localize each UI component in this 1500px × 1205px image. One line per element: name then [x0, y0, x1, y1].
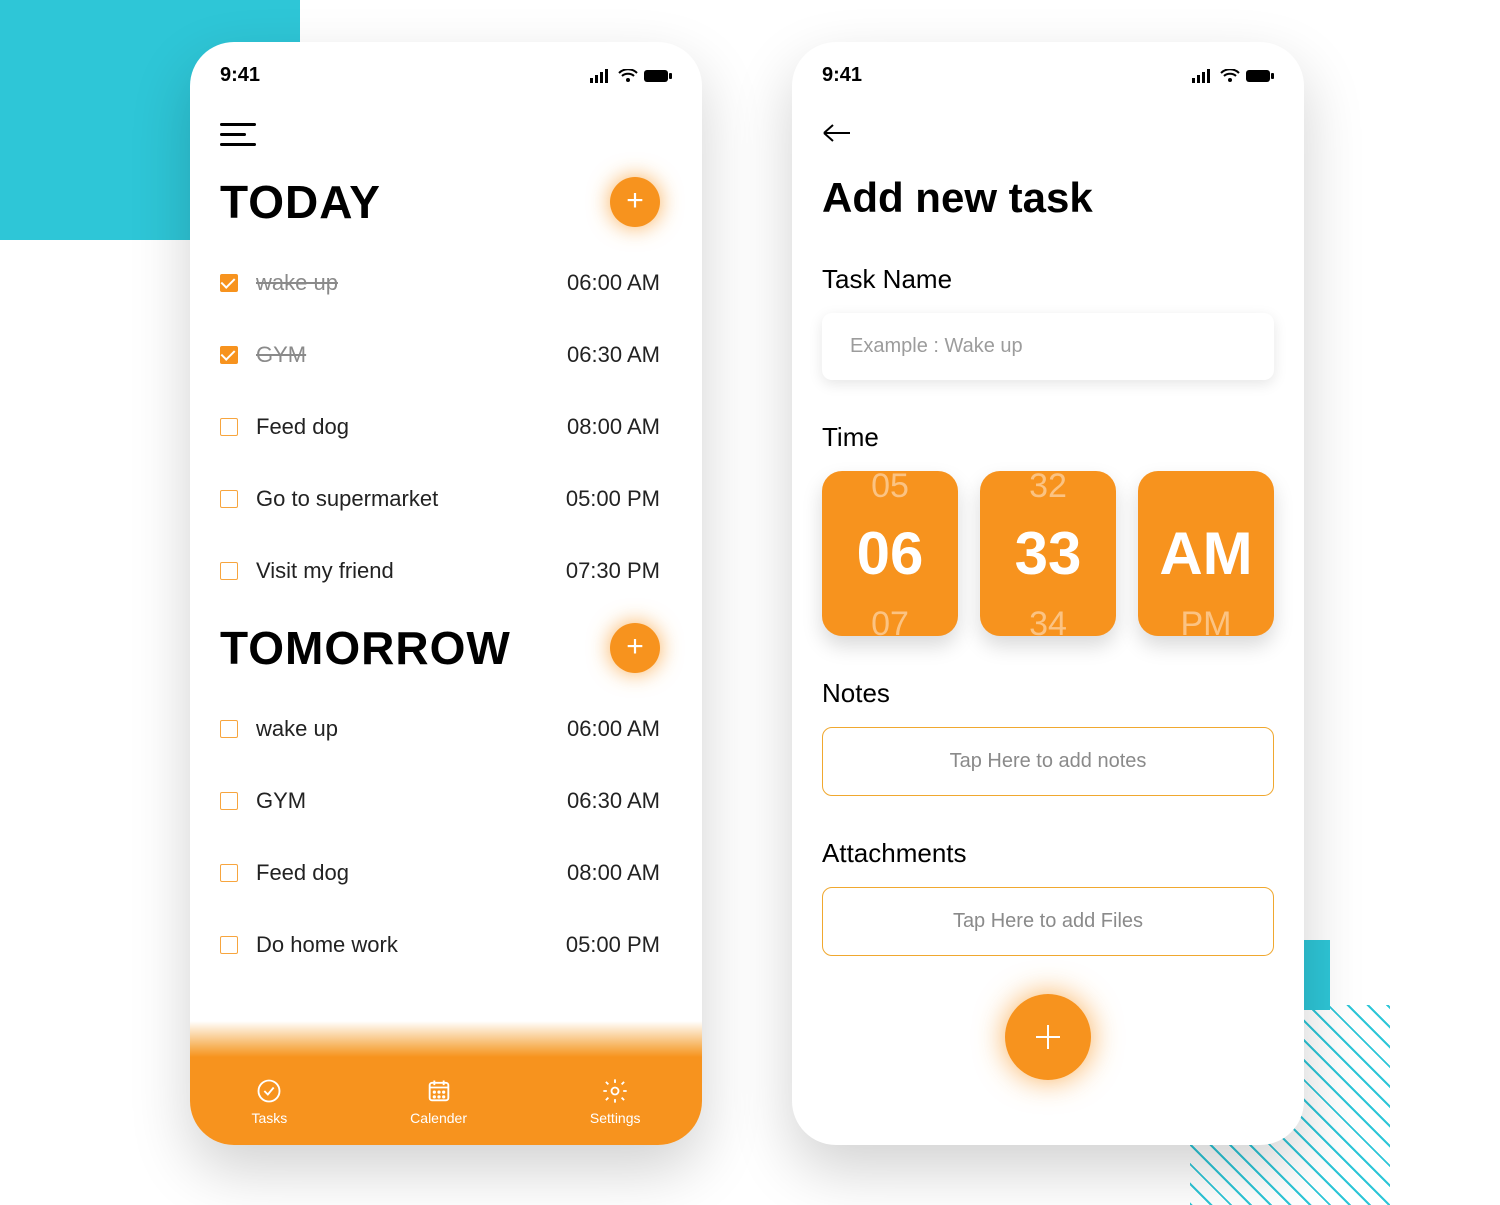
status-time: 9:41: [822, 64, 862, 87]
task-label: Feed dog: [256, 860, 349, 886]
task-row[interactable]: GYM 06:30 AM: [220, 319, 660, 391]
task-row[interactable]: GYM 06:30 AM: [220, 765, 660, 837]
task-checkbox[interactable]: [220, 720, 238, 738]
wifi-icon: [618, 69, 638, 83]
task-time: 06:30 AM: [567, 788, 660, 814]
task-list-today: wake up 06:00 AM GYM 06:30 AM Feed dog 08:00 …: [190, 229, 702, 607]
minute-picker[interactable]: 32 33 34: [980, 471, 1116, 636]
task-time: 06:00 AM: [567, 270, 660, 296]
task-checkbox[interactable]: [220, 864, 238, 882]
attachments-input[interactable]: Tap Here to add Files: [822, 887, 1274, 956]
hour-next: 07: [822, 605, 958, 636]
battery-icon: [644, 69, 672, 83]
back-button[interactable]: [822, 123, 1304, 148]
nav-tasks-label: Tasks: [251, 1110, 287, 1126]
signal-icon: [1192, 69, 1214, 83]
task-label: wake up: [256, 716, 338, 742]
task-checkbox[interactable]: [220, 274, 238, 292]
task-checkbox[interactable]: [220, 490, 238, 508]
task-name-label: Task Name: [822, 264, 1304, 295]
notes-input[interactable]: Tap Here to add notes: [822, 727, 1274, 796]
task-row[interactable]: Go to supermarket 05:00 PM: [220, 463, 660, 535]
task-time: 05:00 PM: [566, 932, 660, 958]
task-checkbox[interactable]: [220, 418, 238, 436]
task-time: 05:00 PM: [566, 486, 660, 512]
add-task-today-button[interactable]: +: [610, 177, 660, 227]
task-label: Visit my friend: [256, 558, 394, 584]
time-label: Time: [822, 422, 1304, 453]
menu-icon[interactable]: [220, 123, 260, 147]
task-row[interactable]: Feed dog 08:00 AM: [220, 837, 660, 909]
task-checkbox[interactable]: [220, 346, 238, 364]
attachments-label: Attachments: [822, 838, 1304, 869]
task-time: 08:00 AM: [567, 414, 660, 440]
task-checkbox[interactable]: [220, 792, 238, 810]
plus-icon: [1030, 1019, 1066, 1055]
nav-settings[interactable]: Settings: [590, 1077, 641, 1126]
calendar-icon: [425, 1077, 453, 1105]
task-row[interactable]: Visit my friend 07:30 PM: [220, 535, 660, 607]
task-row[interactable]: wake up 06:00 AM: [220, 247, 660, 319]
check-circle-icon: [255, 1077, 283, 1105]
nav-tasks[interactable]: Tasks: [251, 1077, 287, 1126]
nav-settings-label: Settings: [590, 1110, 641, 1126]
task-label: Feed dog: [256, 414, 349, 440]
wifi-icon: [1220, 69, 1240, 83]
task-row[interactable]: wake up 06:00 AM: [220, 693, 660, 765]
bottom-nav: Tasks Calender Settings: [190, 1057, 702, 1145]
ampm-picker[interactable]: AM PM: [1138, 471, 1274, 636]
task-time: 07:30 PM: [566, 558, 660, 584]
task-row[interactable]: Do home work 05:00 PM: [220, 909, 660, 981]
task-time: 06:30 AM: [567, 342, 660, 368]
task-label: Go to supermarket: [256, 486, 438, 512]
status-bar: 9:41: [792, 42, 1304, 87]
notes-label: Notes: [822, 678, 1304, 709]
hour-prev: 05: [822, 471, 958, 506]
task-checkbox[interactable]: [220, 936, 238, 954]
status-time: 9:41: [220, 64, 260, 87]
task-list-tomorrow: wake up 06:00 AM GYM 06:30 AM Feed dog 08:00 …: [190, 675, 702, 981]
task-label: GYM: [256, 342, 306, 368]
task-label: GYM: [256, 788, 306, 814]
hour-picker[interactable]: 05 06 07: [822, 471, 958, 636]
task-label: Do home work: [256, 932, 398, 958]
section-title-tomorrow: TOMORROW: [220, 621, 511, 675]
screen-task-list: 9:41 TODAY + wake up 06:00 AM GYM 06:30 AM F…: [190, 42, 702, 1145]
signal-icon: [590, 69, 612, 83]
section-title-today: TODAY: [220, 175, 381, 229]
task-time: 06:00 AM: [567, 716, 660, 742]
screen-add-task: 9:41 Add new task Task Name Example : Wa…: [792, 42, 1304, 1145]
nav-calendar-label: Calender: [410, 1110, 467, 1126]
battery-icon: [1246, 69, 1274, 83]
task-time: 08:00 AM: [567, 860, 660, 886]
task-name-input[interactable]: Example : Wake up: [822, 313, 1274, 380]
minute-prev: 32: [980, 471, 1116, 506]
page-title: Add new task: [822, 174, 1304, 222]
status-bar: 9:41: [190, 42, 702, 87]
arrow-left-icon: [822, 123, 854, 143]
gear-icon: [601, 1077, 629, 1105]
task-row[interactable]: Feed dog 08:00 AM: [220, 391, 660, 463]
nav-calendar[interactable]: Calender: [410, 1077, 467, 1126]
submit-add-task-button[interactable]: [1005, 994, 1091, 1080]
minute-next: 34: [980, 605, 1116, 636]
task-checkbox[interactable]: [220, 562, 238, 580]
add-task-tomorrow-button[interactable]: +: [610, 623, 660, 673]
ampm-next: PM: [1138, 605, 1274, 636]
task-label: wake up: [256, 270, 338, 296]
